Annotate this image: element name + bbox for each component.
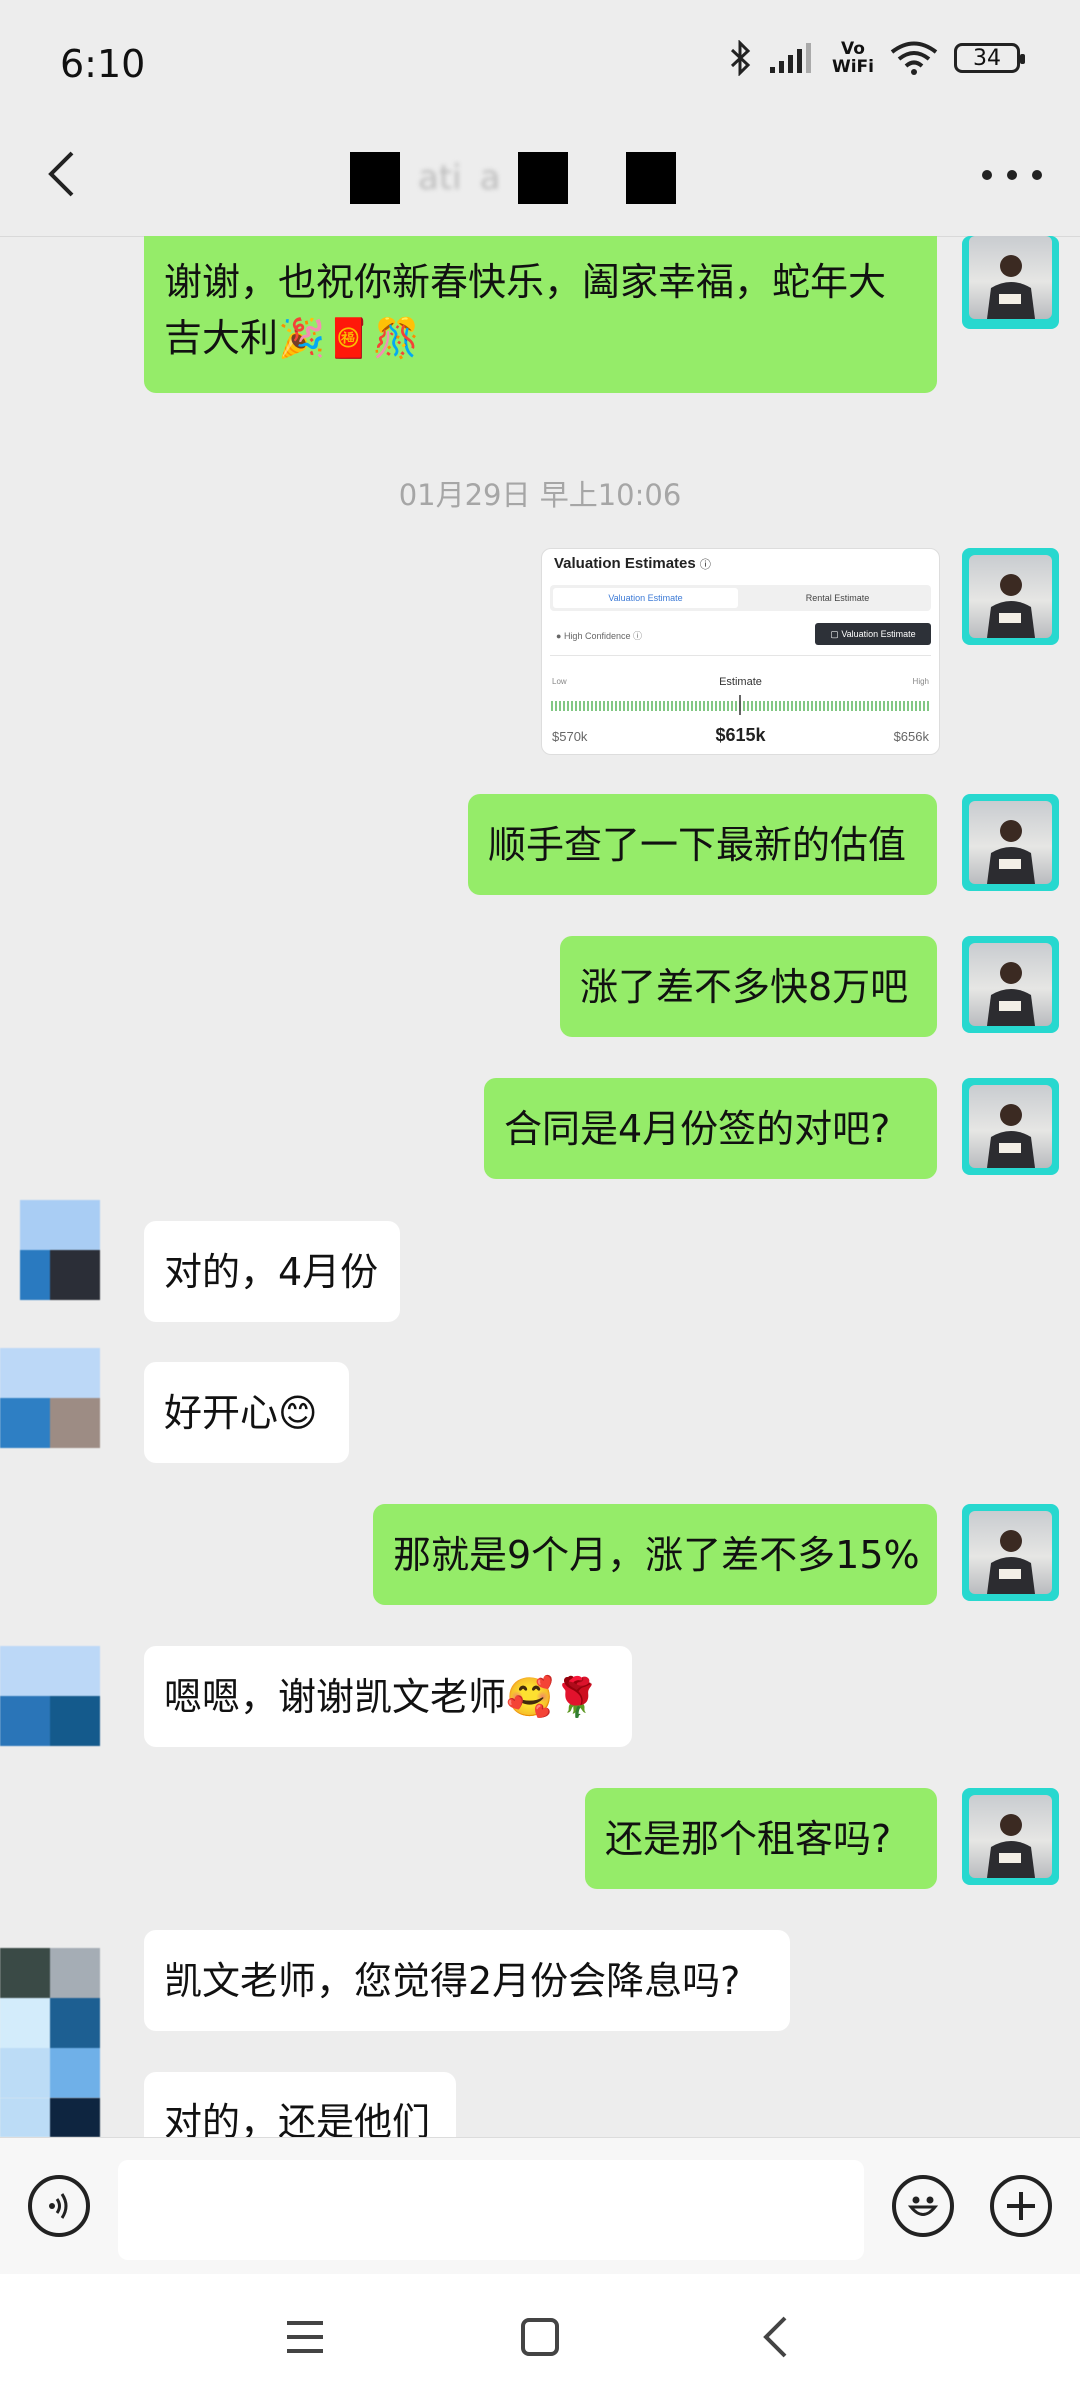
back-button[interactable]: [36, 146, 86, 202]
message-text: 对的，还是他们: [164, 2100, 431, 2137]
my-avatar[interactable]: [962, 1788, 1059, 1885]
smiley-icon: [907, 2196, 939, 2216]
message-text: 那就是9个月，涨了差不多15%: [393, 1532, 920, 1577]
chat-header: ati a: [0, 110, 1080, 237]
message-text: 还是那个租客吗?: [605, 1816, 892, 1861]
redaction-block: [350, 152, 400, 204]
card-title: Valuation Estimates ⓘ: [554, 555, 711, 572]
message-text: 谢谢，也祝你新春快乐，阖家幸福，蛇年大吉大利🎉🧧🎊: [164, 260, 887, 360]
high-value: $656k: [893, 729, 929, 744]
chevron-left-icon: [48, 151, 74, 197]
dot-icon: [982, 170, 992, 180]
estimate-value: $615k: [715, 725, 766, 745]
battery-icon: 34: [954, 43, 1025, 73]
back-nav-button[interactable]: [740, 2304, 810, 2370]
message-text: 对的，4月份: [164, 1249, 379, 1294]
message-bubble-incoming[interactable]: 凯文老师，您觉得2月份会降息吗?: [144, 1930, 790, 2031]
plus-icon: [1007, 2192, 1035, 2220]
title-fragment: ati: [418, 158, 462, 198]
message-text: 嗯嗯，谢谢凯文老师🥰🌹: [164, 1674, 601, 1719]
chat-message-list[interactable]: 谢谢，也祝你新春快乐，阖家幸福，蛇年大吉大利🎉🧧🎊 01月29日 早上10:06…: [0, 236, 1080, 2137]
card-tabs: Valuation Estimate Rental Estimate: [550, 585, 931, 611]
message-bubble-incoming[interactable]: 嗯嗯，谢谢凯文老师🥰🌹: [144, 1646, 632, 1747]
home-square-icon: [521, 2318, 559, 2356]
message-bubble-outgoing[interactable]: 谢谢，也祝你新春快乐，阖家幸福，蛇年大吉大利🎉🧧🎊: [144, 236, 937, 393]
menu-icon: [287, 2321, 323, 2353]
tab-rental-estimate: Rental Estimate: [805, 593, 870, 603]
voice-input-button[interactable]: [28, 2175, 90, 2237]
tab-valuation-estimate: Valuation Estimate: [553, 588, 738, 608]
contact-avatar[interactable]: [0, 2098, 100, 2137]
recent-apps-button[interactable]: [270, 2304, 340, 2370]
status-icons: Vo WiFi 34: [728, 38, 1025, 78]
voice-icon: [49, 2193, 68, 2219]
my-avatar[interactable]: [962, 1504, 1059, 1601]
message-text: 涨了差不多快8万吧: [580, 964, 909, 1009]
message-text: 合同是4月份签的对吧?: [504, 1106, 891, 1151]
high-label: High: [912, 677, 929, 686]
valuation-image-message[interactable]: Valuation Estimates ⓘ Valuation Estimate…: [541, 548, 940, 755]
message-bubble-outgoing[interactable]: 顺手查了一下最新的估值: [468, 794, 937, 895]
estimate-label: Estimate: [719, 676, 762, 688]
home-button[interactable]: [505, 2304, 575, 2370]
status-time: 6:10: [60, 42, 146, 86]
message-text: 凯文老师，您觉得2月份会降息吗?: [164, 1958, 741, 2003]
estimate-range-bar: [551, 695, 929, 715]
valuation-estimate-button: ▢ Valuation Estimate: [815, 623, 931, 645]
message-bubble-outgoing[interactable]: 涨了差不多快8万吧: [560, 936, 937, 1037]
my-avatar[interactable]: [962, 936, 1059, 1033]
dot-icon: [1032, 170, 1042, 180]
contact-avatar[interactable]: [0, 1646, 100, 1746]
message-bubble-outgoing[interactable]: 那就是9个月，涨了差不多15%: [373, 1504, 937, 1605]
redaction-block: [518, 152, 569, 204]
nav-back-icon: [763, 2316, 787, 2358]
redaction-block: [626, 152, 677, 204]
info-icon: ⓘ: [699, 559, 711, 571]
battery-level: 34: [973, 45, 1001, 71]
contact-avatar[interactable]: [0, 1948, 100, 2098]
message-bubble-incoming[interactable]: 对的，4月份: [144, 1221, 400, 1322]
wifi-icon: [890, 41, 938, 75]
message-text-input[interactable]: [118, 2160, 864, 2260]
title-fragment: a: [479, 158, 501, 198]
system-nav-bar: [0, 2274, 1080, 2400]
message-bubble-incoming[interactable]: 对的，还是他们: [144, 2072, 456, 2137]
my-avatar[interactable]: [962, 236, 1059, 329]
contact-avatar[interactable]: [0, 1348, 100, 1448]
message-input-bar: [0, 2137, 1080, 2275]
message-bubble-outgoing[interactable]: 还是那个租客吗?: [585, 1788, 937, 1889]
my-avatar[interactable]: [962, 1078, 1059, 1175]
vowifi-label: Vo WiFi: [831, 39, 874, 77]
signal-icon: [769, 43, 811, 73]
dot-icon: [1007, 170, 1017, 180]
message-timestamp: 01月29日 早上10:06: [398, 478, 682, 512]
divider: [550, 655, 931, 656]
chat-title: ati a: [350, 150, 710, 206]
bluetooth-icon: [730, 40, 751, 76]
my-avatar[interactable]: [962, 794, 1059, 891]
status-bar: 6:10 Vo WiFi 34: [0, 0, 1080, 110]
more-functions-button[interactable]: [990, 2175, 1052, 2237]
message-text: 顺手查了一下最新的估值: [488, 822, 907, 867]
message-text: 好开心😊: [164, 1390, 318, 1435]
message-bubble-incoming[interactable]: 好开心😊: [144, 1362, 349, 1463]
more-options-button[interactable]: [982, 160, 1042, 190]
contact-avatar[interactable]: [0, 1200, 100, 1300]
emoji-button[interactable]: [892, 2175, 954, 2237]
my-avatar[interactable]: [962, 548, 1059, 645]
confidence-label: ● High Confidence ⓘ: [556, 631, 642, 641]
message-bubble-outgoing[interactable]: 合同是4月份签的对吧?: [484, 1078, 937, 1179]
